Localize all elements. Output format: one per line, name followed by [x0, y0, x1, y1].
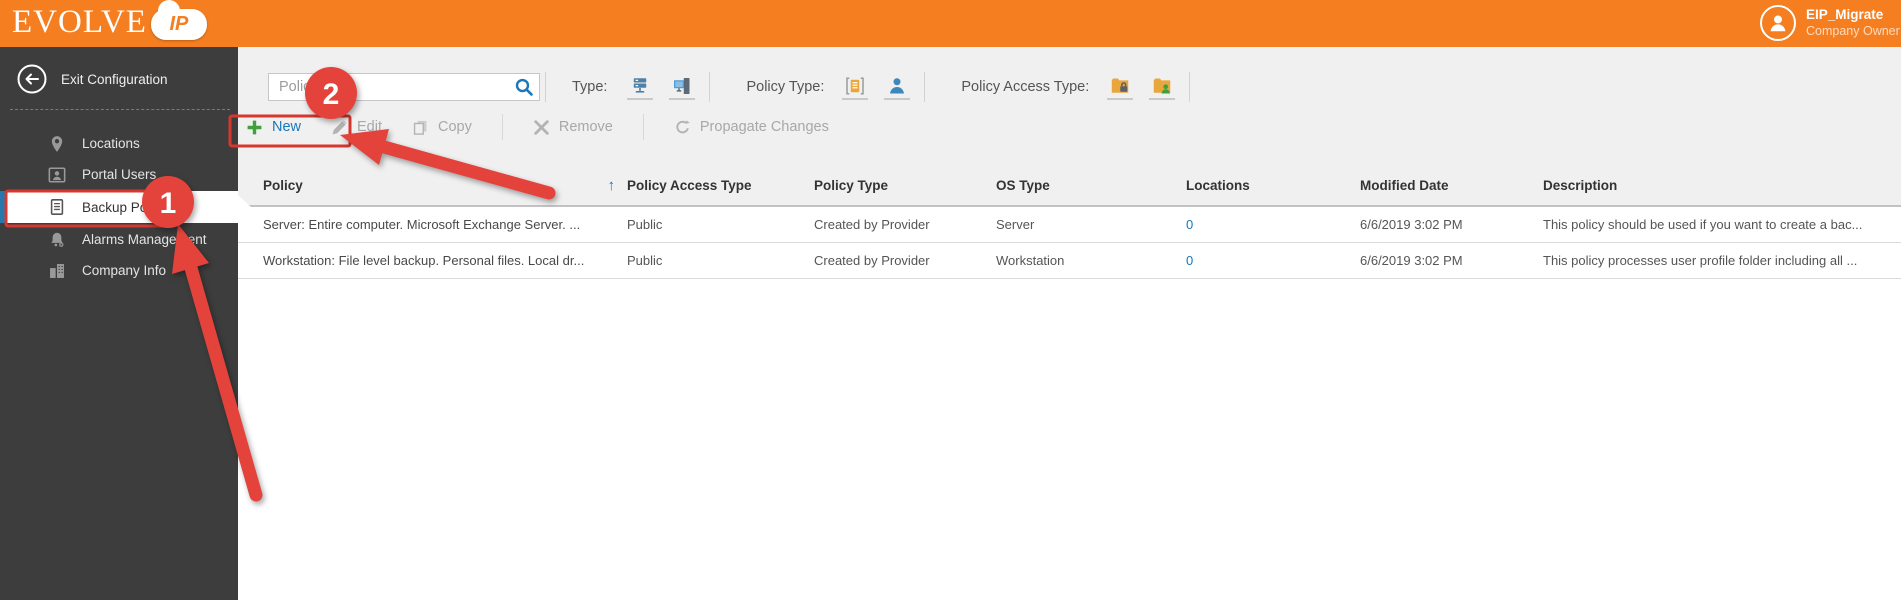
locations-count-link[interactable]: 0: [1186, 253, 1193, 268]
x-icon: [533, 119, 550, 136]
sidebar-nav: Locations Portal Users Backup Policies A…: [0, 128, 251, 286]
sidebar-item-alarms-management[interactable]: Alarms Management: [0, 224, 238, 255]
propagate-changes-label: Propagate Changes: [699, 119, 829, 135]
new-button[interactable]: New: [246, 119, 301, 136]
copy-icon: [412, 119, 429, 136]
table-row[interactable]: Workstation: File level backup. Personal…: [238, 243, 1901, 279]
backup-policies-icon: [48, 198, 66, 216]
cell-description: This policy processes user profile folde…: [1543, 253, 1858, 268]
filter-separator: [709, 72, 711, 102]
filter-separator: [1189, 72, 1191, 102]
top-bar: EVOLVE IP EIP_Migrate Company Owner: [0, 0, 1901, 47]
sidebar-item-label: Backup Policies: [82, 199, 178, 215]
policy-search-box: [268, 73, 540, 101]
user-avatar-icon: [1760, 5, 1796, 41]
filter-policy-type-provider-icon[interactable]: [842, 74, 869, 100]
sidebar-divider: [10, 109, 230, 110]
exit-configuration-button[interactable]: Exit Configuration: [0, 47, 238, 109]
cell-description: This policy should be used if you want t…: [1543, 217, 1863, 232]
filter-separator: [545, 72, 546, 102]
copy-button-label: Copy: [438, 119, 472, 135]
filter-type-workstation-icon[interactable]: [669, 74, 696, 100]
sort-ascending-icon: ↑: [607, 176, 616, 194]
propagate-changes-button[interactable]: Propagate Changes: [674, 119, 829, 136]
cell-policy-access-type: Public: [627, 217, 663, 232]
remove-button[interactable]: Remove: [533, 119, 613, 136]
toolbar-separator: [501, 114, 503, 140]
new-button-label: New: [272, 119, 302, 135]
policy-access-type-filter-label: Policy Access Type:: [961, 79, 1090, 95]
sidebar-item-label: Alarms Management: [82, 232, 207, 247]
filter-separator: [924, 72, 926, 102]
user-name: EIP_Migrate: [1806, 6, 1884, 22]
cell-policy: Server: Entire computer. Microsoft Excha…: [263, 217, 581, 232]
column-header-label: Policy: [263, 177, 303, 193]
exit-configuration-label: Exit Configuration: [61, 71, 168, 87]
search-icon[interactable]: [509, 74, 539, 100]
logo-cloud-badge: IP: [150, 0, 207, 40]
evolve-ip-logo: EVOLVE IP: [12, 0, 207, 41]
sidebar: Exit Configuration Locations Portal User…: [0, 47, 251, 600]
back-arrow-icon: [16, 63, 48, 95]
cell-policy-type: Created by Provider: [814, 217, 930, 232]
sidebar-item-label: Portal Users: [82, 167, 157, 182]
cell-policy-access-type: Public: [627, 253, 663, 268]
column-header-description[interactable]: Description: [1543, 178, 1901, 193]
column-header-policy-access-type[interactable]: Policy Access Type: [627, 178, 814, 193]
cell-modified-date: 6/6/2019 3:02 PM: [1360, 217, 1463, 232]
cell-modified-date: 6/6/2019 3:02 PM: [1360, 253, 1463, 268]
main-content: Type: Policy Type: Policy Access Type:: [238, 47, 1901, 600]
refresh-icon: [674, 119, 691, 136]
filter-policy-type-user-icon[interactable]: [884, 74, 911, 100]
cell-os-type: Server: [996, 217, 1035, 232]
column-header-policy-type[interactable]: Policy Type: [814, 178, 996, 193]
cell-policy-type: Created by Provider: [814, 253, 930, 268]
filter-access-private-icon[interactable]: [1149, 74, 1176, 100]
portal-users-icon: [48, 166, 66, 184]
locations-count-link[interactable]: 0: [1186, 217, 1193, 232]
edit-button-label: Edit: [357, 119, 383, 135]
remove-button-label: Remove: [558, 119, 613, 135]
type-filter-label: Type:: [572, 79, 608, 95]
toolbar-separator: [642, 114, 644, 140]
column-header-modified-date[interactable]: Modified Date: [1360, 178, 1543, 193]
sidebar-item-company-info[interactable]: Company Info: [0, 255, 238, 286]
alarm-bell-icon: [48, 231, 66, 249]
column-header-os-type[interactable]: OS Type: [996, 178, 1186, 193]
pencil-icon: [331, 119, 348, 136]
sidebar-item-label: Company Info: [82, 263, 167, 278]
column-header-policy[interactable]: Policy ↑: [263, 177, 627, 194]
sidebar-item-backup-policies[interactable]: Backup Policies: [0, 191, 251, 223]
company-building-icon: [48, 262, 66, 280]
edit-button[interactable]: Edit: [331, 119, 382, 136]
filter-access-public-icon[interactable]: [1107, 74, 1134, 100]
user-role: Company Owner: [1806, 23, 1900, 38]
sidebar-item-label: Locations: [82, 136, 140, 151]
filter-type-server-icon[interactable]: [627, 74, 654, 100]
copy-button[interactable]: Copy: [412, 119, 472, 136]
table-row[interactable]: Server: Entire computer. Microsoft Excha…: [238, 207, 1901, 243]
table-header: Policy ↑ Policy Access Type Policy Type …: [238, 165, 1901, 205]
cell-os-type: Workstation: [996, 253, 1065, 268]
logo-badge-text: IP: [169, 13, 189, 35]
sidebar-item-portal-users[interactable]: Portal Users: [0, 159, 238, 190]
policy-search-input[interactable]: [269, 74, 509, 100]
plus-icon: [246, 119, 263, 136]
policy-type-filter-label: Policy Type:: [746, 79, 825, 95]
filter-bar: Type: Policy Type: Policy Access Type:: [268, 72, 1191, 102]
location-pin-icon: [48, 135, 66, 153]
toolbar: New Edit Copy Remove Propagate Changes: [246, 112, 829, 142]
column-header-locations[interactable]: Locations: [1186, 178, 1360, 193]
table-body: Server: Entire computer. Microsoft Excha…: [238, 205, 1901, 600]
cell-policy: Workstation: File level backup. Personal…: [263, 253, 585, 268]
logo-text: EVOLVE: [12, 4, 147, 40]
sidebar-item-locations[interactable]: Locations: [0, 128, 238, 159]
user-menu[interactable]: EIP_Migrate Company Owner: [1760, 5, 1900, 41]
